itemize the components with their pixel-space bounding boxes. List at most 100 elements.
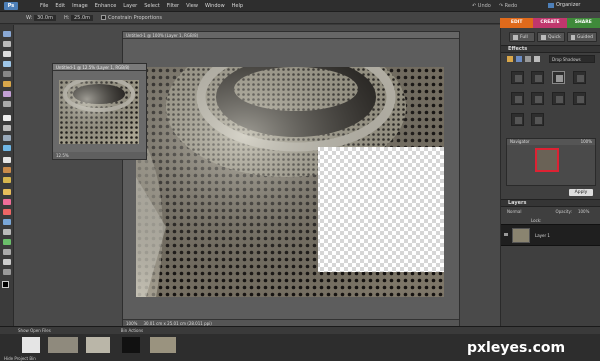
effect-thumb-10[interactable]: [531, 113, 544, 126]
layer-row[interactable]: Layer 1: [501, 224, 600, 246]
menu-layer[interactable]: Layer: [123, 3, 137, 9]
apply-button[interactable]: Apply: [569, 189, 593, 196]
filters-icon[interactable]: [507, 56, 513, 62]
blend-mode-select[interactable]: Normal: [507, 209, 521, 217]
effect-thumb-8[interactable]: [573, 92, 586, 105]
toolbox: [0, 25, 14, 326]
layers-header[interactable]: Layers: [501, 199, 600, 207]
cookie-cutter-icon[interactable]: [3, 135, 11, 141]
bin-thumb-2[interactable]: [48, 337, 78, 353]
layer-styles-icon[interactable]: [516, 56, 522, 62]
redo-label: Redo: [504, 3, 518, 9]
menu-filter[interactable]: Filter: [167, 3, 179, 9]
gradient-tool-icon[interactable]: [3, 239, 11, 245]
menu-view[interactable]: View: [186, 3, 198, 9]
tab-create[interactable]: CREATE: [533, 18, 567, 28]
photo-effects-icon[interactable]: [525, 56, 531, 62]
menu-select[interactable]: Select: [144, 3, 159, 9]
h-value: 25.0m: [71, 14, 94, 21]
straighten-tool-icon[interactable]: [3, 145, 11, 151]
paint-bucket-icon[interactable]: [3, 229, 11, 235]
w-field[interactable]: W: 30.0m: [26, 14, 56, 21]
document-canvas[interactable]: [136, 67, 444, 297]
tab-share[interactable]: SHARE: [566, 18, 600, 28]
magic-wand-tool-icon[interactable]: [3, 91, 11, 97]
effects-title: Effects: [508, 46, 528, 52]
opacity-label: Opacity:: [555, 209, 572, 214]
redo-button[interactable]: ↷ Redo: [499, 3, 517, 9]
full-edit-button[interactable]: Full: [509, 32, 535, 42]
effect-thumb-9[interactable]: [511, 113, 524, 126]
undo-button[interactable]: ↶ Undo: [472, 3, 491, 9]
constrain-checkbox[interactable]: Constrain Proportions: [101, 14, 162, 21]
layers-title: Layers: [508, 200, 527, 206]
effect-thumb-6[interactable]: [531, 92, 544, 105]
smart-brush-icon[interactable]: [3, 219, 11, 225]
menu-enhance[interactable]: Enhance: [95, 3, 117, 9]
healing-brush-icon[interactable]: [3, 167, 11, 173]
red-eye-tool-icon[interactable]: [3, 157, 11, 163]
sponge-tool-icon[interactable]: [3, 269, 11, 275]
clone-stamp-icon[interactable]: [3, 177, 11, 183]
secondary-doc-zoom[interactable]: 12.5%: [53, 152, 146, 159]
effect-thumb-3[interactable]: [552, 71, 565, 84]
main-doc-title[interactable]: Untitled-1 @ 100% (Layer 1, RGB/8): [123, 32, 459, 39]
layer-name[interactable]: Layer 1: [535, 233, 550, 238]
layer-thumbnail: [512, 228, 530, 243]
all-effects-icon[interactable]: [534, 56, 540, 62]
bin-thumb-4[interactable]: [122, 337, 140, 353]
pencil-tool-icon[interactable]: [3, 189, 11, 195]
organizer-button[interactable]: Organizer: [548, 2, 580, 8]
main-doc-zoom[interactable]: 100%: [126, 321, 137, 326]
secondary-doc-canvas[interactable]: [59, 80, 139, 144]
eyedropper-tool-icon[interactable]: [3, 61, 11, 67]
effect-thumb-1[interactable]: [511, 71, 524, 84]
effect-thumb-7[interactable]: [552, 92, 565, 105]
layer-visibility-icon[interactable]: [504, 233, 508, 236]
menu-file[interactable]: File: [40, 3, 48, 9]
tab-edit[interactable]: EDIT: [500, 18, 534, 28]
shape-tool-icon[interactable]: [3, 249, 11, 255]
secondary-document-window: Untitled-1 @ 12.5% (Layer 1, RGB/8) 12.5…: [52, 63, 147, 160]
quick-edit-button[interactable]: Quick: [537, 32, 565, 42]
secondary-doc-title[interactable]: Untitled-1 @ 12.5% (Layer 1, RGB/8): [53, 64, 146, 71]
brush-tool-icon[interactable]: [3, 209, 11, 215]
hand-tool-icon[interactable]: [3, 51, 11, 57]
opacity-value[interactable]: 100%: [578, 209, 589, 217]
h-field[interactable]: H: 25.0m: [64, 14, 94, 21]
crop-tool-icon[interactable]: [3, 125, 11, 131]
eraser-tool-icon[interactable]: [3, 199, 11, 205]
effect-thumb-4[interactable]: [573, 71, 586, 84]
show-open-files-dropdown[interactable]: Show Open Files: [18, 327, 51, 334]
guided-edit-button[interactable]: Guided: [567, 32, 597, 42]
bin-thumb-1[interactable]: [22, 337, 40, 353]
zoom-tool-icon[interactable]: [3, 41, 11, 47]
type-tool-icon[interactable]: [3, 115, 11, 121]
navigator-thumbnail[interactable]: [535, 148, 559, 172]
bin-actions-menu[interactable]: Bin Actions: [121, 327, 143, 334]
effect-thumb-5[interactable]: [511, 92, 524, 105]
blur-tool-icon[interactable]: [3, 259, 11, 265]
menu-image[interactable]: Image: [72, 3, 88, 9]
navigator-header[interactable]: Navigator 100%: [507, 139, 595, 145]
organizer-label: Organizer: [556, 2, 581, 8]
bin-thumb-5[interactable]: [150, 337, 176, 353]
lasso-tool-icon[interactable]: [3, 81, 11, 87]
undo-label: Undo: [477, 3, 491, 9]
menu-edit[interactable]: Edit: [55, 3, 65, 9]
lock-label: Lock:: [531, 218, 542, 223]
bin-thumb-3[interactable]: [86, 337, 110, 353]
navigator-zoom[interactable]: 100%: [581, 139, 592, 145]
menu-window[interactable]: Window: [205, 3, 225, 9]
selection-brush-icon[interactable]: [3, 101, 11, 107]
foreground-color-swatch[interactable]: [2, 281, 9, 288]
right-panel: Full Quick Guided Effects Drop Shadows N…: [500, 28, 600, 326]
effect-thumb-2[interactable]: [531, 71, 544, 84]
hide-project-bin[interactable]: Hide Project Bin: [4, 356, 36, 361]
effects-header[interactable]: Effects: [501, 45, 600, 53]
move-tool-icon[interactable]: [3, 31, 11, 37]
history-controls: ↶ Undo ↷ Redo: [472, 3, 517, 9]
marquee-tool-icon[interactable]: [3, 71, 11, 77]
effects-dropdown[interactable]: Drop Shadows: [549, 55, 595, 63]
menu-help[interactable]: Help: [232, 3, 243, 9]
